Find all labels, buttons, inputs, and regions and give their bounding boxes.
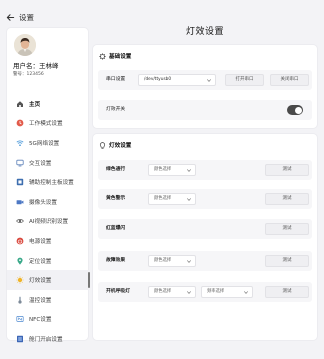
basic-settings-header: 基础设置 [99, 52, 131, 60]
sidebar-item-label: 主页 [29, 101, 41, 108]
light-row-green: 绿色通行 颜色选择 测试 [98, 160, 312, 180]
color-select-placeholder: 颜色选择 [154, 258, 172, 263]
user-id: 警号：123456 [13, 72, 44, 77]
serial-port-select[interactable]: /dev/ttyusb0 [138, 74, 216, 86]
light-settings-title: 灯效设置 [109, 143, 132, 149]
sidebar-item-label: 舱门开启设置 [29, 336, 63, 343]
board-icon [16, 178, 24, 186]
nfc-icon [16, 315, 24, 323]
interaction-icon [16, 159, 24, 167]
back-arrow-icon[interactable] [6, 13, 15, 22]
light-switch-label: 灯效开关 [106, 107, 126, 112]
basic-settings-title: 基础设置 [109, 54, 132, 60]
sidebar-item-nfc[interactable]: NFC设置 [7, 310, 90, 330]
wifi-icon [16, 139, 24, 147]
light-row-label: 故障效果 [106, 258, 126, 263]
sidebar-item-control-board[interactable]: 辅助控制主板设置 [7, 172, 90, 192]
test-button[interactable]: 测试 [265, 286, 309, 298]
frequency-select-placeholder: 频率选择 [207, 289, 225, 294]
light-row-redblue: 红蓝爆闪 测试 [98, 219, 312, 239]
sidebar-item-label: 工作模式设置 [29, 121, 63, 128]
light-switch-toggle[interactable] [287, 105, 303, 115]
sidebar-item-ai-video[interactable]: AI视频识别设置 [7, 212, 90, 232]
light-row-label: 黄色警示 [106, 196, 126, 201]
sidebar-item-hatch[interactable]: 舱门开启设置 [7, 329, 90, 349]
hatch-icon [16, 335, 24, 343]
light-row-label: 红蓝爆闪 [106, 226, 126, 231]
test-button[interactable]: 测试 [265, 255, 309, 267]
color-select[interactable]: 颜色选择 [148, 193, 196, 205]
sidebar-item-location[interactable]: 定位设置 [7, 251, 90, 271]
test-button[interactable]: 测试 [265, 223, 309, 235]
user-name: 用户名：王林峰 [13, 62, 59, 70]
sidebar-item-label: 灯效设置 [29, 278, 52, 285]
toggle-knob [294, 106, 302, 114]
light-row-label: 开机呼吸灯 [106, 289, 130, 294]
color-select[interactable]: 颜色选择 [148, 286, 196, 298]
sidebar-item-interaction[interactable]: 交互设置 [7, 153, 90, 173]
sidebar-item-light[interactable]: 灯效设置 [7, 270, 90, 290]
gear-icon [99, 52, 106, 60]
page-title: 灯效设置 [185, 27, 224, 37]
open-port-button[interactable]: 打开串口 [225, 74, 264, 86]
sidebar-item-5g-network[interactable]: 5G网络设置 [7, 133, 90, 153]
serial-port-label: 串口设置 [106, 77, 126, 82]
light-settings-header: 灯效设置 [99, 141, 131, 149]
frequency-select[interactable]: 频率选择 [201, 286, 253, 298]
work-mode-icon [16, 119, 24, 127]
sidebar: 用户名：王林峰 警号：123456 主页 工作模式设置 5G网络设置 交互设置 [6, 27, 90, 343]
test-button[interactable]: 测试 [265, 193, 309, 205]
sidebar-item-label: 电源设置 [29, 238, 52, 245]
light-row-label: 绿色通行 [106, 167, 126, 172]
camera-icon [16, 198, 24, 206]
sidebar-item-power[interactable]: 电源设置 [7, 231, 90, 251]
serial-port-row: 串口设置 /dev/ttyusb0 打开串口 关闭串口 [98, 70, 312, 90]
close-port-button[interactable]: 关闭串口 [270, 74, 309, 86]
color-select-placeholder: 颜色选择 [154, 289, 172, 294]
chevron-down-icon [187, 198, 191, 201]
light-row-fault: 故障效果 颜色选择 测试 [98, 251, 312, 271]
avatar[interactable] [14, 34, 36, 56]
light-row-breathing: 开机呼吸灯 颜色选择 频率选择 测试 [98, 282, 312, 302]
chevron-down-icon [187, 291, 191, 294]
light-icon [16, 276, 24, 284]
sidebar-item-label: 摄像头设置 [29, 199, 57, 206]
basic-settings-card: 基础设置 串口设置 /dev/ttyusb0 打开串口 关闭串口 灯效开关 [92, 44, 318, 129]
color-select-placeholder: 颜色选择 [154, 167, 172, 172]
serial-port-value: /dev/ttyusb0 [144, 77, 172, 82]
sidebar-item-home[interactable]: 主页 [7, 94, 90, 114]
sidebar-item-work-mode[interactable]: 工作模式设置 [7, 114, 90, 134]
chevron-down-icon [207, 79, 211, 82]
home-icon [16, 100, 24, 108]
sidebar-item-label: 辅助控制主板设置 [29, 180, 74, 187]
sidebar-item-temperature[interactable]: 温控设置 [7, 290, 90, 310]
back-label[interactable]: 设置 [19, 12, 34, 23]
location-icon [16, 257, 24, 265]
light-switch-row: 灯效开关 [98, 100, 312, 120]
sidebar-item-label: AI视频识别设置 [29, 219, 69, 226]
bulb-icon [99, 141, 106, 149]
sidebar-item-label: NFC设置 [29, 317, 52, 324]
sidebar-item-label: 温控设置 [29, 297, 52, 304]
sidebar-item-label: 定位设置 [29, 258, 52, 265]
sidebar-item-label: 5G网络设置 [29, 140, 60, 147]
chevron-down-icon [244, 291, 248, 294]
chevron-down-icon [187, 260, 191, 263]
ai-icon [16, 217, 24, 225]
top-bar: 设置 [6, 10, 34, 24]
sidebar-nav: 主页 工作模式设置 5G网络设置 交互设置 辅助控制主板设置 摄像头设置 AI视… [7, 94, 90, 349]
light-settings-card: 灯效设置 绿色通行 颜色选择 测试 黄色警示 颜色选择 测试 红蓝爆闪 测试 故… [92, 133, 318, 341]
chevron-down-icon [187, 169, 191, 172]
light-row-yellow: 黄色警示 颜色选择 测试 [98, 189, 312, 209]
test-button[interactable]: 测试 [265, 164, 309, 176]
color-select[interactable]: 颜色选择 [148, 255, 196, 267]
color-select-placeholder: 颜色选择 [154, 196, 172, 201]
sidebar-item-camera[interactable]: 摄像头设置 [7, 192, 90, 212]
thermometer-icon [16, 296, 24, 304]
color-select[interactable]: 颜色选择 [148, 164, 196, 176]
power-icon [16, 237, 24, 245]
sidebar-item-label: 交互设置 [29, 160, 52, 167]
